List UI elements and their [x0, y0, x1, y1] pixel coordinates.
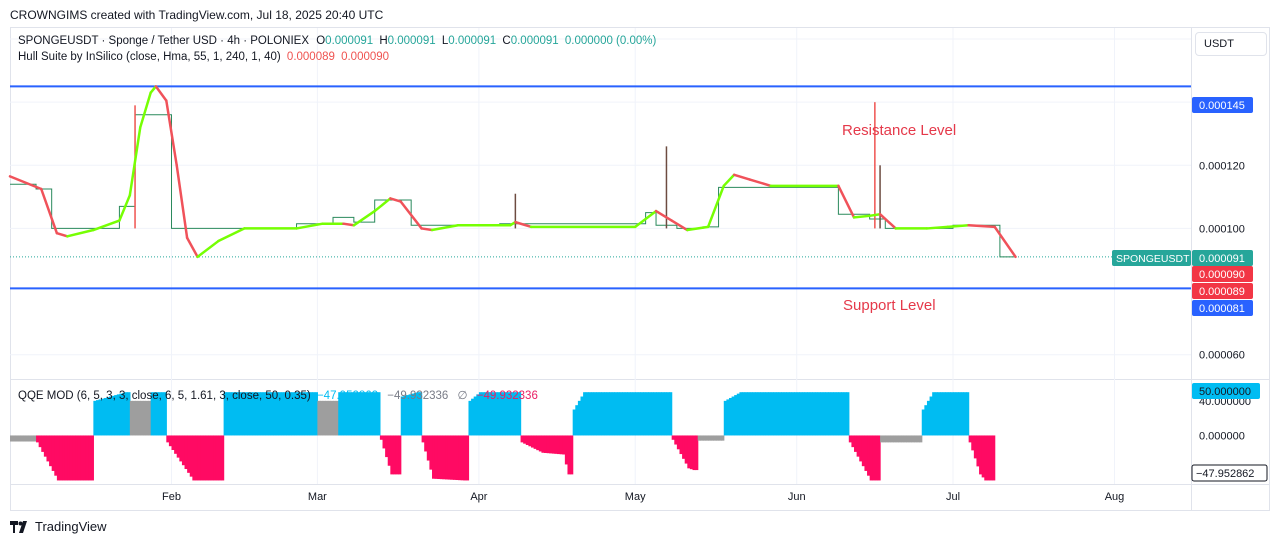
qqe-value-2: −49.932336 [387, 390, 449, 402]
qqe-bar [919, 435, 923, 443]
hull-segment [852, 214, 871, 219]
hull-segment [837, 184, 856, 219]
currency-button[interactable]: USDT [1195, 32, 1267, 56]
qqe-bar [570, 435, 574, 475]
x-tick-label: May [625, 491, 646, 503]
hull-segment [40, 187, 59, 235]
hull-segment [732, 173, 752, 181]
hull-segment [514, 220, 533, 229]
close-value: 0.000091 [510, 35, 559, 47]
hull-segment [686, 225, 710, 232]
qqe-value-1: −47.952862 [316, 390, 379, 402]
price-badge-text: 0.000090 [1199, 269, 1245, 281]
hull-segment [139, 91, 152, 129]
qqe-bar [846, 392, 850, 436]
open-value: 0.000091 [325, 35, 374, 47]
hull-segment [706, 184, 726, 229]
hull-segment [925, 225, 950, 230]
hull-segment [722, 173, 736, 188]
hull-title[interactable]: Hull Suite by InSilico (close, Hma, 55, … [18, 51, 281, 63]
x-tick-label: Apr [470, 491, 487, 503]
qqe-pane [10, 392, 996, 481]
hull-segment [946, 224, 970, 229]
qqe-bar [966, 392, 970, 436]
price-tick-label: 0.000120 [1199, 160, 1245, 172]
x-tick-label: Aug [1105, 491, 1125, 503]
price-pane [8, 85, 1191, 290]
symbol-title[interactable]: SPONGEUSDT · Sponge / Tether USD · 4h · … [18, 35, 309, 47]
price-tick-label: 0.000100 [1199, 223, 1245, 235]
hull-value-2: 0.000090 [341, 51, 390, 63]
qqe-bar [992, 435, 996, 481]
hull-segment [420, 227, 434, 232]
hull-segment [654, 209, 673, 222]
price-badge-text: 0.000145 [1199, 100, 1245, 112]
hull-segment [217, 227, 246, 243]
qqe-bar [221, 435, 225, 481]
hull-value-1: 0.000089 [286, 51, 335, 63]
hull-legend: Hull Suite by InSilico (close, Hma, 55, … [18, 51, 389, 63]
tradingview-footer[interactable]: TradingView [10, 519, 107, 534]
qqe-tick-label: 0.000000 [1199, 430, 1245, 442]
support-label: Support Level [843, 297, 936, 314]
hull-segment [967, 224, 996, 229]
qqe-bar [721, 435, 725, 441]
hull-segment [154, 85, 168, 102]
hull-segment [342, 222, 356, 227]
symbol-tag-text: SPONGEUSDT [1116, 253, 1190, 265]
hull-segment [748, 178, 772, 188]
qqe-badge-text: 50.000000 [1199, 386, 1251, 398]
hull-segment [175, 164, 189, 240]
open-label: O [316, 35, 326, 47]
hull-segment [352, 209, 376, 227]
price-badge-text: 0.000089 [1199, 286, 1245, 298]
price-badge-text: 0.000081 [1199, 303, 1245, 315]
qqe-value-3: −49.932336 [476, 390, 538, 402]
x-tick-label: Mar [308, 491, 327, 503]
qqe-bar [90, 435, 94, 481]
close-label: C [502, 35, 511, 47]
qqe-na-icon: ∅ [457, 390, 468, 402]
high-label: H [379, 35, 388, 47]
price-tick-label: 0.000060 [1199, 350, 1245, 362]
x-tick-label: Jul [946, 491, 960, 503]
qqe-title[interactable]: QQE MOD (6, 5, 3, 3, close, 6, 5, 1.61, … [18, 390, 311, 402]
high-value: 0.000091 [387, 35, 436, 47]
hull-segment [389, 197, 402, 203]
tradingview-logo-icon [10, 520, 27, 533]
qqe-bar [465, 435, 470, 481]
hull-segment [430, 224, 460, 232]
qqe-legend: QQE MOD (6, 5, 3, 3, close, 6, 5, 1.61, … [18, 388, 538, 402]
low-value: 0.000091 [448, 35, 497, 47]
qqe-bar [398, 435, 402, 475]
hull-segment [295, 222, 324, 230]
hull-segment [185, 236, 199, 259]
x-tick-label: Jun [788, 491, 806, 503]
chart-canvas[interactable]: FebMarAprMayJunJulAug0.0001600.0001400.0… [0, 0, 1281, 546]
price-badge-text: 0.000091 [1199, 253, 1245, 265]
hull-segment [55, 231, 69, 238]
qqe-badge-text: −47.952862 [1196, 468, 1254, 480]
tradingview-brand: TradingView [35, 519, 107, 534]
hull-segment [993, 225, 1017, 259]
resistance-label: Resistance Level [842, 122, 956, 139]
symbol-legend: SPONGEUSDT · Sponge / Tether USD · 4h · … [18, 35, 656, 47]
hull-segment [878, 212, 897, 230]
hull-segment [8, 175, 43, 191]
change-value: 0.000000 (0.00%) [564, 35, 657, 47]
hull-segment [196, 239, 220, 259]
qqe-bar [669, 392, 673, 436]
hull-segment [868, 212, 882, 218]
hull-segment [66, 228, 95, 238]
hull-segment [118, 194, 132, 222]
x-tick-label: Feb [162, 491, 181, 503]
